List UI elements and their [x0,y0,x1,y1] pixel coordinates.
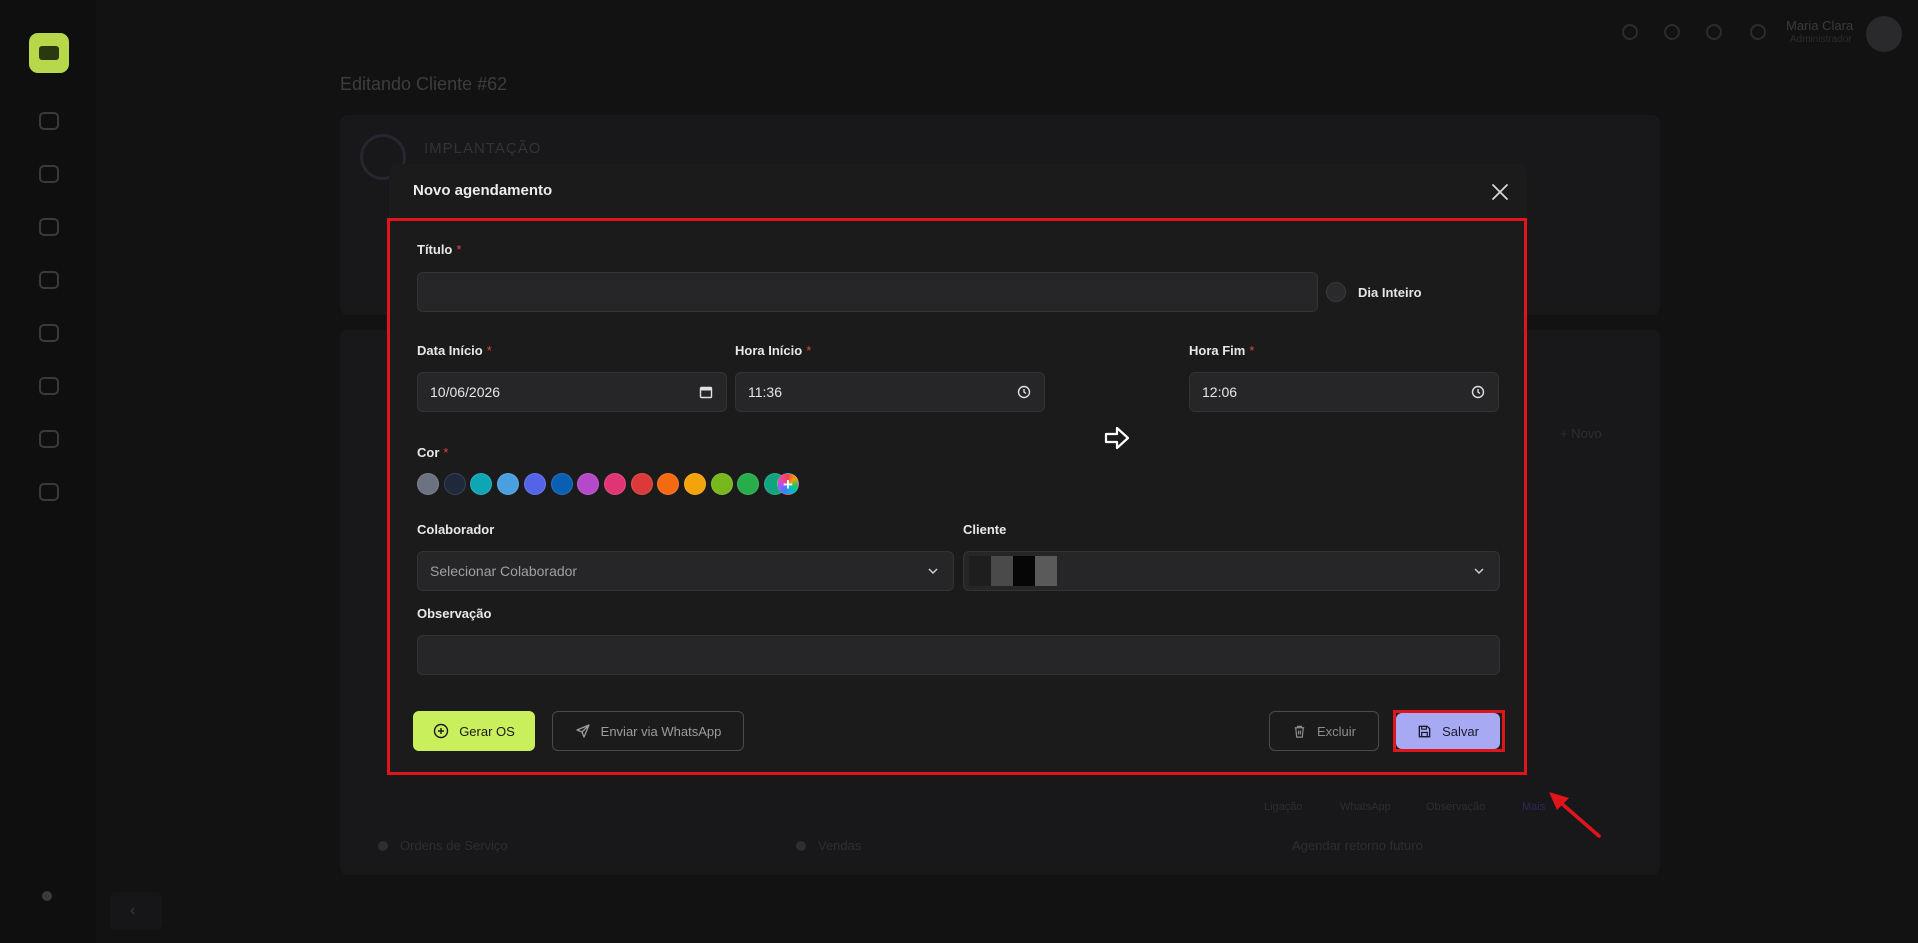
document-icon[interactable] [39,324,59,342]
color-swatch[interactable] [523,473,546,495]
close-button[interactable] [1488,180,1512,204]
user-name: Maria Clara [1786,18,1854,33]
new-appointment-modal: Novo agendamento Título * Dia Inteiro Dat… [389,164,1527,774]
bag-icon[interactable] [39,377,59,395]
page-title: Editando Cliente #62 [340,74,508,94]
cliente-label: Cliente [963,522,1007,537]
gerar-os-button[interactable]: Gerar OS [413,711,535,751]
send-whatsapp-button[interactable]: Enviar via WhatsApp [552,711,744,751]
arrow-right-icon [1104,426,1130,450]
home-icon[interactable] [39,112,59,130]
service-order-icon [378,841,388,851]
hora-inicio-input[interactable]: 11:36 [735,372,1045,412]
required-mark: * [1249,343,1255,358]
close-icon [1492,184,1508,200]
cliente-select[interactable] [963,551,1500,591]
color-swatch[interactable] [443,473,466,495]
box-icon[interactable] [39,271,59,289]
chat-icon[interactable] [1750,24,1766,40]
save-button[interactable]: Salvar [1396,713,1500,749]
tab-sales[interactable]: Vendas [818,838,861,853]
required-mark: * [806,343,812,358]
calendar-icon[interactable] [698,384,714,400]
calendar-icon[interactable] [39,218,59,236]
cliente-redacted-value [969,556,1471,586]
action-whatsapp[interactable]: WhatsApp [1340,801,1391,813]
titulo-label: Título * [417,242,462,257]
chevron-down-icon [925,563,941,579]
cor-label: Cor * [417,445,449,460]
trash-icon [1294,725,1305,738]
color-swatch[interactable] [470,473,493,495]
bell-icon[interactable] [1706,24,1722,40]
search-icon[interactable] [1622,24,1638,40]
modal-body: Título * Dia Inteiro Data Início * 10/06/2… [389,219,1527,739]
clients-icon[interactable] [39,165,59,183]
delete-button[interactable]: Excluir [1269,711,1379,751]
color-swatch[interactable] [577,473,600,495]
observacao-label: Observação [417,606,492,621]
color-swatch[interactable] [657,473,680,495]
tab-service-orders[interactable]: Ordens de Serviço [400,838,508,853]
required-mark: * [486,343,492,358]
color-swatch[interactable] [737,473,760,495]
hora-fim-input[interactable]: 12:06 [1189,372,1499,412]
modal-title: Novo agendamento [413,182,553,199]
observacao-input[interactable] [417,635,1500,675]
colaborador-label: Colaborador [417,522,495,537]
sidebar [0,0,96,943]
clock-icon[interactable] [1016,384,1032,400]
new-button[interactable]: + Novo [1560,426,1602,441]
plus-icon: + [783,474,793,494]
dia-inteiro-label: Dia Inteiro [1358,285,1422,300]
send-whatsapp-label: Enviar via WhatsApp [600,723,722,739]
required-mark: * [443,445,449,460]
section-label: IMPLANTAÇÃO [424,140,542,157]
action-more[interactable]: Mais [1522,801,1545,813]
color-swatch[interactable] [417,473,439,495]
color-swatch[interactable] [550,473,573,495]
color-swatch[interactable] [497,473,520,495]
pointer-arrow-icon [1549,792,1601,838]
cart-icon [796,841,806,851]
avatar[interactable] [1866,16,1902,52]
help-icon[interactable] [1664,24,1680,40]
collapse-sidebar-button[interactable]: ‹ [110,892,162,930]
colaborador-select[interactable]: Selecionar Colaborador [417,551,954,591]
data-inicio-input[interactable]: 10/06/2026 [417,372,727,412]
schedule-link[interactable]: Agendar retorno futuro [1292,838,1423,853]
settings-icon[interactable] [42,891,52,901]
app-logo [29,33,69,73]
dia-inteiro-checkbox[interactable] [1326,282,1346,302]
send-icon [576,724,590,738]
hora-fim-label: Hora Fim * [1189,343,1255,358]
plus-circle-icon [433,723,449,739]
data-inicio-label: Data Início * [417,343,492,358]
color-swatch[interactable] [710,473,733,495]
required-mark: * [456,242,462,257]
save-label: Salvar [1442,723,1479,739]
action-note[interactable]: Observação [1426,801,1485,813]
add-color-button[interactable]: + [777,473,799,495]
clock-icon[interactable] [1470,384,1486,400]
titulo-input[interactable] [417,272,1318,312]
color-swatch[interactable] [630,473,653,495]
tools-icon[interactable] [39,430,59,448]
save-icon [1418,725,1431,737]
chevron-down-icon [1471,563,1487,579]
gerar-os-label: Gerar OS [459,723,515,739]
color-swatch[interactable] [684,473,706,495]
action-call[interactable]: Ligação [1264,801,1303,813]
color-swatch[interactable] [603,473,626,495]
chevron-left-icon: ‹ [130,902,136,919]
report-icon[interactable] [39,483,59,501]
delete-label: Excluir [1316,723,1356,739]
user-role: Administrador [1790,34,1852,45]
hora-inicio-label: Hora Início * [735,343,812,358]
